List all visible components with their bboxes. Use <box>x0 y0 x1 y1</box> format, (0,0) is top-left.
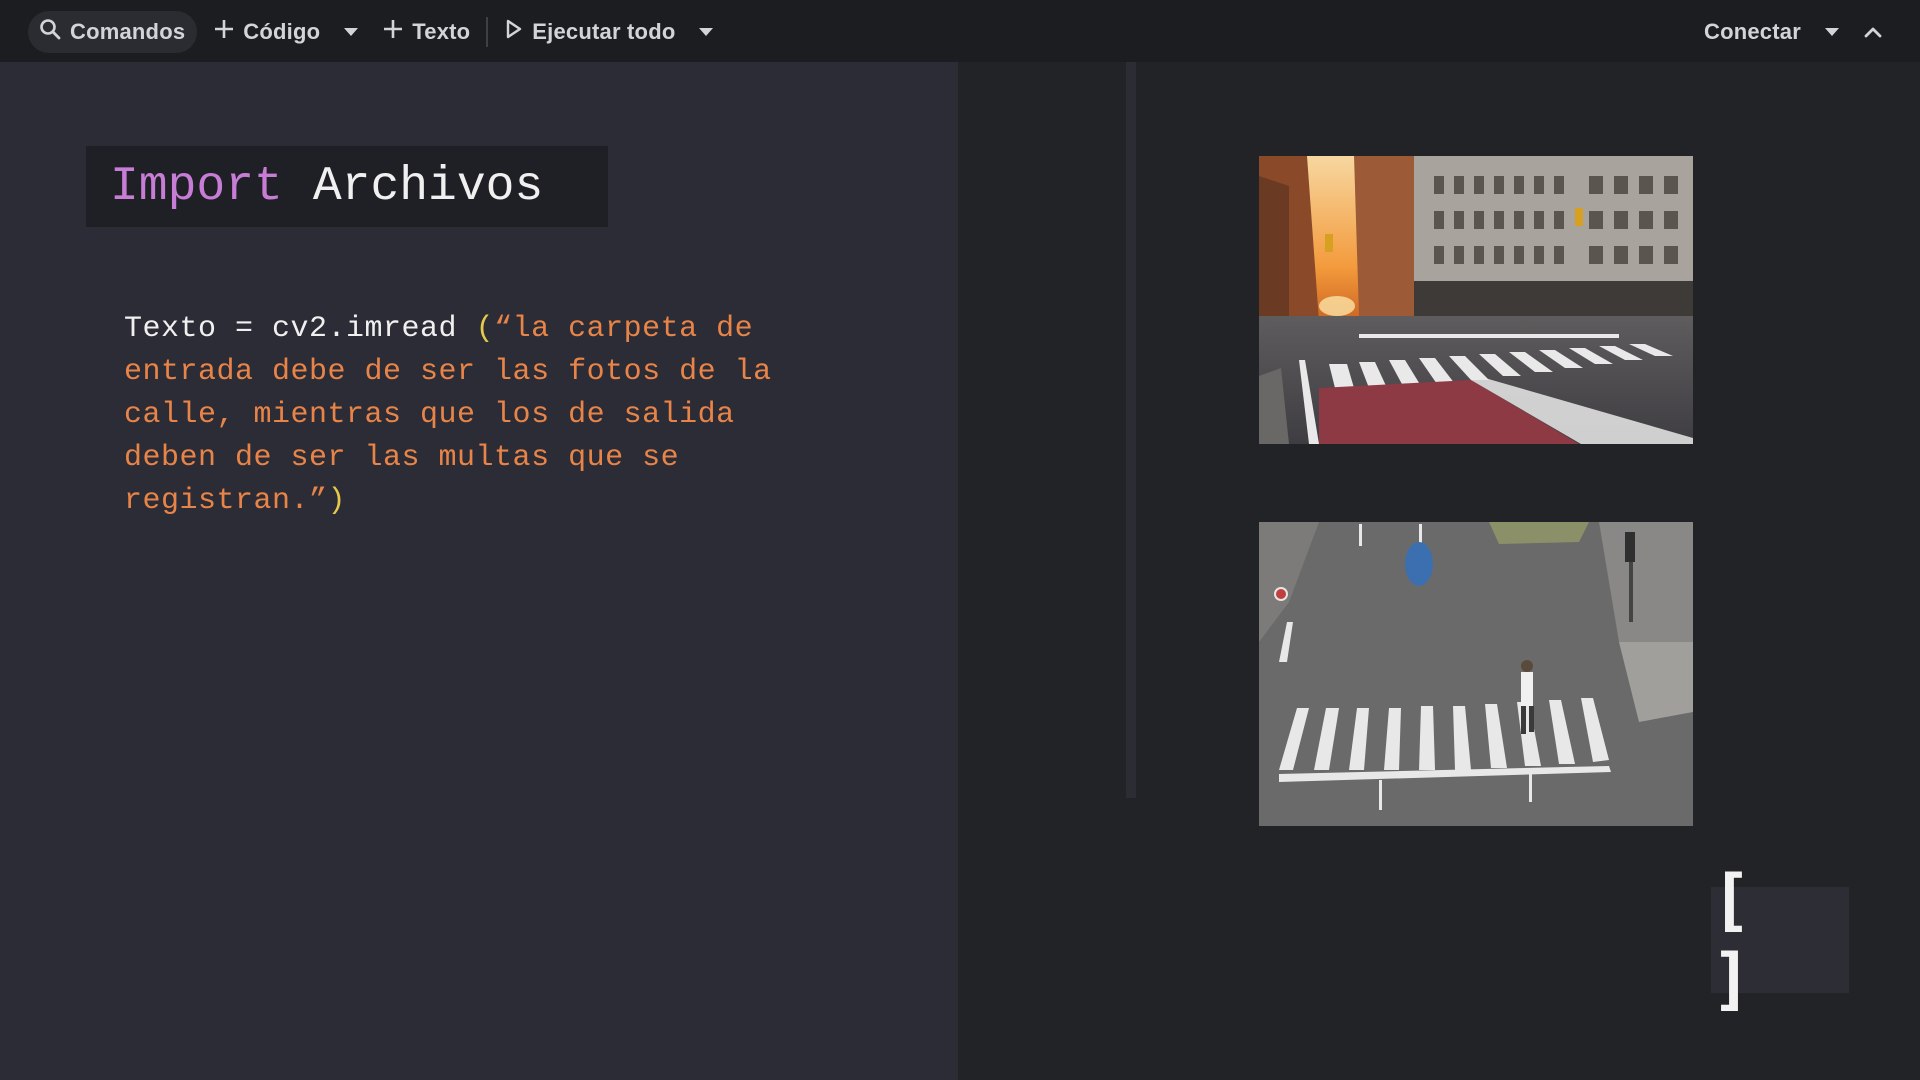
code-open-paren: ( <box>475 312 495 346</box>
run-all-button[interactable]: Ejecutar todo <box>494 11 685 53</box>
section-heading: Import Archivos <box>86 146 608 227</box>
chevron-down-icon <box>344 28 359 36</box>
panel-divider <box>1126 62 1136 798</box>
code-close-paren: ) <box>327 484 347 518</box>
heading-keyword: Import <box>110 159 283 214</box>
commands-button[interactable]: Comandos <box>28 11 198 53</box>
add-code-button[interactable]: Código <box>203 11 330 53</box>
toolbar-right: Conectar <box>1694 11 1893 53</box>
chevron-down-icon <box>699 28 714 36</box>
notebook-toolbar: Comandos Código Texto Ejecutar todo Cone… <box>0 0 1920 62</box>
run-all-label: Ejecutar todo <box>532 19 676 44</box>
toolbar-separator <box>486 17 489 47</box>
code-options-dropdown[interactable] <box>330 11 372 53</box>
street-photo <box>1259 156 1693 444</box>
plus-icon <box>213 18 235 46</box>
add-text-label: Texto <box>412 19 471 44</box>
chevron-up-icon <box>1863 19 1883 45</box>
crosswalk-photo <box>1259 522 1693 826</box>
code-panel: Import Archivos Texto = cv2.imread (“la … <box>0 62 958 1080</box>
connect-options-dropdown[interactable] <box>1811 11 1853 53</box>
commands-label: Comandos <box>70 19 186 44</box>
play-icon <box>504 18 524 46</box>
chevron-down-icon <box>1824 28 1839 36</box>
plus-icon <box>382 18 404 46</box>
search-icon <box>38 17 62 47</box>
heading-word: Archivos <box>312 159 544 214</box>
run-options-dropdown[interactable] <box>685 11 727 53</box>
add-code-label: Código <box>243 19 321 44</box>
connect-label: Conectar <box>1704 19 1801 44</box>
code-cell[interactable]: Texto = cv2.imread (“la carpeta de entra… <box>124 308 824 523</box>
collapse-toolbar-button[interactable] <box>1853 11 1893 53</box>
connect-button[interactable]: Conectar <box>1694 11 1811 53</box>
code-prefix: Texto = cv2.imread <box>124 312 476 346</box>
bracket-label: [ ] <box>1711 861 1770 1019</box>
toolbar-left: Comandos Código Texto Ejecutar todo <box>28 11 727 53</box>
add-text-button[interactable]: Texto <box>372 11 480 53</box>
fullscreen-bracket-button[interactable]: [ ] <box>1711 861 1849 1019</box>
